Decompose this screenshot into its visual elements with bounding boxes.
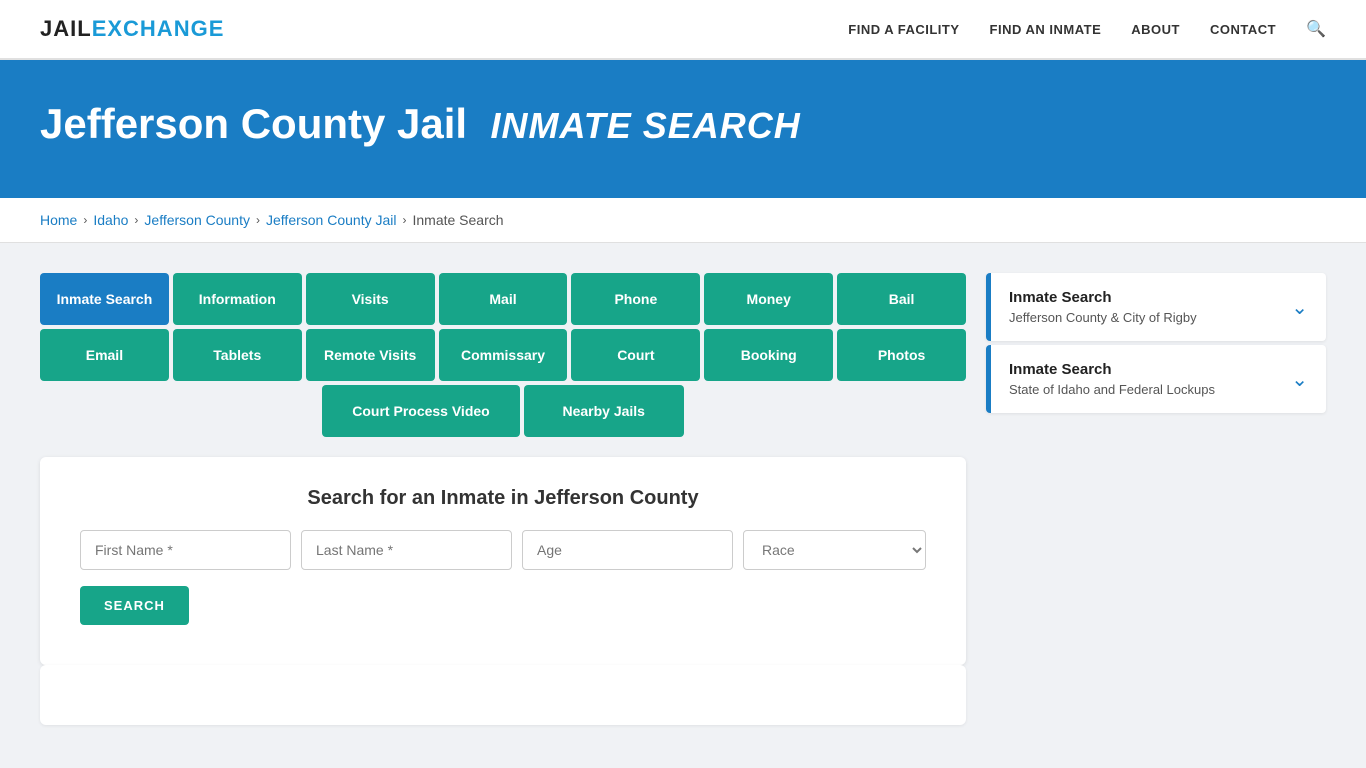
breadcrumb: Home › Idaho › Jefferson County › Jeffer… bbox=[40, 212, 1326, 228]
sidebar-card-jefferson-text: Inmate Search Jefferson County & City of… bbox=[1009, 289, 1197, 325]
last-name-input[interactable] bbox=[301, 530, 512, 570]
search-form-container: Search for an Inmate in Jefferson County… bbox=[40, 457, 966, 665]
breadcrumb-sep-3: › bbox=[256, 213, 260, 227]
tab-commissary[interactable]: Commissary bbox=[439, 329, 568, 381]
tab-phone[interactable]: Phone bbox=[571, 273, 700, 325]
sidebar-card-jefferson[interactable]: Inmate Search Jefferson County & City of… bbox=[986, 273, 1326, 341]
nav-find-inmate[interactable]: FIND AN INMATE bbox=[990, 22, 1102, 37]
main-header: JAILEXCHANGE FIND A FACILITY FIND AN INM… bbox=[0, 0, 1366, 60]
breadcrumb-jail[interactable]: Jefferson County Jail bbox=[266, 212, 396, 228]
breadcrumb-home[interactable]: Home bbox=[40, 212, 77, 228]
tabs-row1: Inmate Search Information Visits Mail Ph… bbox=[40, 273, 966, 325]
logo[interactable]: JAILEXCHANGE bbox=[40, 16, 224, 42]
tab-information[interactable]: Information bbox=[173, 273, 302, 325]
search-button[interactable]: SEARCH bbox=[80, 586, 189, 625]
sidebar-card-jefferson-title: Inmate Search bbox=[1009, 289, 1197, 306]
sidebar-card-idaho-title: Inmate Search bbox=[1009, 361, 1215, 378]
tabs-row2: Email Tablets Remote Visits Commissary C… bbox=[40, 329, 966, 381]
page-title: Jefferson County Jail INMATE SEARCH bbox=[40, 100, 1326, 148]
sidebar-card-idaho[interactable]: Inmate Search State of Idaho and Federal… bbox=[986, 345, 1326, 413]
tab-photos[interactable]: Photos bbox=[837, 329, 966, 381]
sidebar-card-idaho-text: Inmate Search State of Idaho and Federal… bbox=[1009, 361, 1215, 397]
bottom-placeholder bbox=[40, 665, 966, 725]
tab-remote-visits[interactable]: Remote Visits bbox=[306, 329, 435, 381]
chevron-down-icon-idaho: ⌄ bbox=[1291, 367, 1308, 392]
tab-inmate-search[interactable]: Inmate Search bbox=[40, 273, 169, 325]
breadcrumb-sep-2: › bbox=[134, 213, 138, 227]
main-content: Inmate Search Information Visits Mail Ph… bbox=[0, 243, 1366, 755]
search-fields-row: Race White Black Hispanic Asian Other bbox=[80, 530, 926, 570]
tab-bail[interactable]: Bail bbox=[837, 273, 966, 325]
tabs-row3: Court Process Video Nearby Jails bbox=[40, 385, 966, 437]
breadcrumb-county[interactable]: Jefferson County bbox=[144, 212, 250, 228]
page-title-tag: INMATE SEARCH bbox=[490, 105, 800, 146]
breadcrumb-bar: Home › Idaho › Jefferson County › Jeffer… bbox=[0, 198, 1366, 243]
search-form-title: Search for an Inmate in Jefferson County bbox=[80, 487, 926, 510]
chevron-down-icon-jefferson: ⌄ bbox=[1291, 295, 1308, 320]
sidebar: Inmate Search Jefferson County & City of… bbox=[986, 273, 1326, 417]
sidebar-card-idaho-subtitle: State of Idaho and Federal Lockups bbox=[1009, 382, 1215, 397]
breadcrumb-sep-1: › bbox=[83, 213, 87, 227]
tab-tablets[interactable]: Tablets bbox=[173, 329, 302, 381]
tab-booking[interactable]: Booking bbox=[704, 329, 833, 381]
tab-visits[interactable]: Visits bbox=[306, 273, 435, 325]
sidebar-card-jefferson-subtitle: Jefferson County & City of Rigby bbox=[1009, 310, 1197, 325]
age-input[interactable] bbox=[522, 530, 733, 570]
nav-contact[interactable]: CONTACT bbox=[1210, 22, 1276, 37]
search-icon[interactable]: 🔍 bbox=[1306, 19, 1326, 39]
page-title-main: Jefferson County Jail bbox=[40, 100, 467, 147]
main-nav: FIND A FACILITY FIND AN INMATE ABOUT CON… bbox=[848, 19, 1326, 39]
tab-mail[interactable]: Mail bbox=[439, 273, 568, 325]
breadcrumb-idaho[interactable]: Idaho bbox=[93, 212, 128, 228]
content-left: Inmate Search Information Visits Mail Ph… bbox=[40, 273, 966, 725]
tab-money[interactable]: Money bbox=[704, 273, 833, 325]
tab-nearby-jails[interactable]: Nearby Jails bbox=[524, 385, 684, 437]
tab-court-process-video[interactable]: Court Process Video bbox=[322, 385, 519, 437]
breadcrumb-current: Inmate Search bbox=[412, 212, 503, 228]
logo-exchange: EXCHANGE bbox=[92, 16, 225, 41]
breadcrumb-sep-4: › bbox=[402, 213, 406, 227]
tab-email[interactable]: Email bbox=[40, 329, 169, 381]
first-name-input[interactable] bbox=[80, 530, 291, 570]
logo-jail: JAIL bbox=[40, 16, 92, 41]
race-select[interactable]: Race White Black Hispanic Asian Other bbox=[743, 530, 926, 570]
tab-court[interactable]: Court bbox=[571, 329, 700, 381]
hero-banner: Jefferson County Jail INMATE SEARCH bbox=[0, 60, 1366, 198]
nav-about[interactable]: ABOUT bbox=[1131, 22, 1180, 37]
nav-find-facility[interactable]: FIND A FACILITY bbox=[848, 22, 959, 37]
